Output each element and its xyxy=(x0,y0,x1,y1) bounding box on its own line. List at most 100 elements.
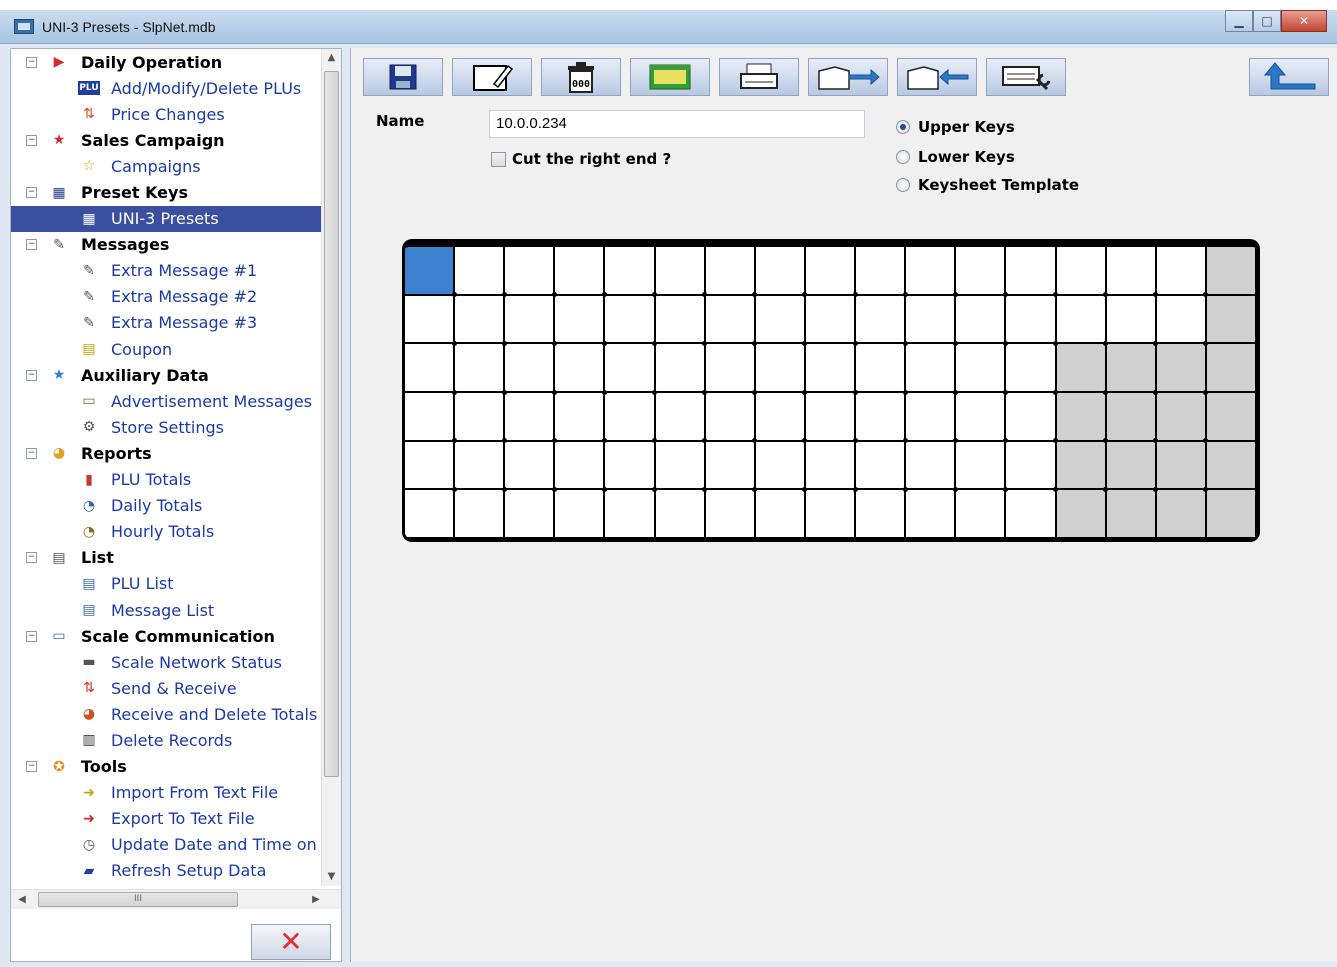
preset-key[interactable] xyxy=(1006,490,1057,539)
tree-group[interactable]: − ✪ Tools xyxy=(11,754,323,780)
collapse-toggle[interactable]: − xyxy=(26,552,37,564)
tree-group[interactable]: − ▤ List xyxy=(11,545,323,571)
preset-key[interactable] xyxy=(405,247,456,296)
tree-item[interactable]: ➜ Import From Text File xyxy=(11,780,323,806)
tree-item[interactable]: ✎ Extra Message #1 xyxy=(11,258,323,284)
preset-key[interactable] xyxy=(1206,490,1257,539)
tree-item[interactable]: ▤ PLU List xyxy=(11,571,323,597)
preset-key[interactable] xyxy=(705,247,756,296)
preset-key[interactable] xyxy=(705,344,756,393)
preset-key[interactable] xyxy=(605,441,656,491)
preset-key[interactable] xyxy=(906,247,957,296)
preset-key[interactable] xyxy=(555,441,606,491)
preset-key[interactable] xyxy=(1156,295,1207,345)
preset-key[interactable] xyxy=(405,344,456,393)
upper-keys-radio[interactable]: Upper Keys xyxy=(896,118,1015,136)
preset-key[interactable] xyxy=(1056,441,1107,491)
minimize-button[interactable]: ▁ xyxy=(1225,10,1253,32)
preset-key[interactable] xyxy=(755,344,806,393)
preset-key[interactable] xyxy=(605,295,656,345)
preset-key[interactable] xyxy=(455,295,506,345)
close-window-button[interactable]: ✕ xyxy=(1281,10,1327,32)
preset-key[interactable] xyxy=(455,393,506,442)
preset-key[interactable] xyxy=(455,247,506,296)
preset-key[interactable] xyxy=(1206,295,1257,345)
preset-key[interactable] xyxy=(956,441,1007,491)
collapse-toggle[interactable]: − xyxy=(26,187,37,199)
preset-key[interactable] xyxy=(805,393,857,442)
preset-key[interactable] xyxy=(1106,344,1157,393)
preset-key[interactable] xyxy=(805,247,857,296)
preset-key[interactable] xyxy=(856,490,907,539)
preset-key[interactable] xyxy=(505,490,556,539)
preset-key[interactable] xyxy=(1106,441,1157,491)
preset-key[interactable] xyxy=(505,295,556,345)
send-button[interactable] xyxy=(808,58,888,96)
tree-item[interactable]: ◔ Daily Totals xyxy=(11,493,323,519)
preset-key[interactable] xyxy=(655,247,706,296)
preset-key[interactable] xyxy=(906,344,957,393)
collapse-toggle[interactable]: − xyxy=(26,761,37,773)
tree-item[interactable]: ▥ Delete Records xyxy=(11,727,323,753)
preset-key[interactable] xyxy=(605,344,656,393)
preset-key[interactable] xyxy=(1056,295,1107,345)
preset-key[interactable] xyxy=(906,393,957,442)
tree-vertical-scrollbar[interactable]: ▲ ▼ xyxy=(321,49,341,886)
preset-key[interactable] xyxy=(1106,247,1157,296)
keyboard-settings-button[interactable] xyxy=(986,58,1066,96)
tree-item[interactable]: ✎ Extra Message #3 xyxy=(11,310,323,336)
preset-key[interactable] xyxy=(505,344,556,393)
collapse-toggle[interactable]: − xyxy=(26,56,37,68)
preset-key[interactable] xyxy=(1056,490,1107,539)
preset-key[interactable] xyxy=(1106,295,1157,345)
receive-button[interactable] xyxy=(897,58,977,96)
preset-key[interactable] xyxy=(805,441,857,491)
preset-key[interactable] xyxy=(605,247,656,296)
preset-key[interactable] xyxy=(956,247,1007,296)
tree-item[interactable]: ▤ Coupon xyxy=(11,336,323,362)
preset-key[interactable] xyxy=(605,490,656,539)
preset-key[interactable] xyxy=(805,344,857,393)
preset-key[interactable] xyxy=(1206,247,1257,296)
collapse-toggle[interactable]: − xyxy=(26,447,37,459)
tree-item[interactable]: ☆ Campaigns xyxy=(11,153,323,179)
scroll-up-arrow[interactable]: ▲ xyxy=(322,49,341,67)
preset-key[interactable] xyxy=(705,441,756,491)
collapse-toggle[interactable]: − xyxy=(26,630,37,642)
color-grid-button[interactable] xyxy=(630,58,710,96)
preset-key[interactable] xyxy=(1006,393,1057,442)
preset-key[interactable] xyxy=(455,441,506,491)
preset-key[interactable] xyxy=(1206,441,1257,491)
preset-key[interactable] xyxy=(555,247,606,296)
save-button[interactable] xyxy=(363,58,443,96)
tree-item[interactable]: ▰ Refresh Setup Data xyxy=(11,858,323,884)
preset-key[interactable] xyxy=(1006,247,1057,296)
preset-key[interactable] xyxy=(705,295,756,345)
preset-key[interactable] xyxy=(805,490,857,539)
preset-key[interactable] xyxy=(655,295,706,345)
tree-group[interactable]: − ▶ Daily Operation xyxy=(11,49,323,75)
tree-item[interactable]: ⇅ Price Changes xyxy=(11,101,323,127)
preset-key[interactable] xyxy=(555,490,606,539)
preset-key[interactable] xyxy=(605,393,656,442)
preset-key[interactable] xyxy=(1056,247,1107,296)
radio-dot[interactable] xyxy=(896,150,910,164)
collapse-toggle[interactable]: − xyxy=(26,239,37,251)
preset-key[interactable] xyxy=(505,247,556,296)
tree-item[interactable]: ◕ Receive and Delete Totals F xyxy=(11,701,323,727)
tree-group[interactable]: − ✎ Messages xyxy=(11,232,323,258)
preset-key[interactable] xyxy=(956,344,1007,393)
tree-group[interactable]: − ▭ Scale Communication xyxy=(11,623,323,649)
preset-key[interactable] xyxy=(405,393,456,442)
maximize-button[interactable]: □ xyxy=(1253,10,1281,32)
preset-key[interactable] xyxy=(1156,393,1207,442)
cut-right-end-checkbox[interactable]: Cut the right end ? xyxy=(491,150,671,168)
tree-item[interactable]: ▮ PLU Totals xyxy=(11,467,323,493)
tree-group[interactable]: − ◕ Reports xyxy=(11,440,323,466)
edit-button[interactable] xyxy=(452,58,532,96)
preset-key[interactable] xyxy=(1006,441,1057,491)
back-button[interactable] xyxy=(1249,58,1329,96)
print-button[interactable] xyxy=(719,58,799,96)
preset-key[interactable] xyxy=(856,441,907,491)
radio-dot[interactable] xyxy=(896,178,910,192)
